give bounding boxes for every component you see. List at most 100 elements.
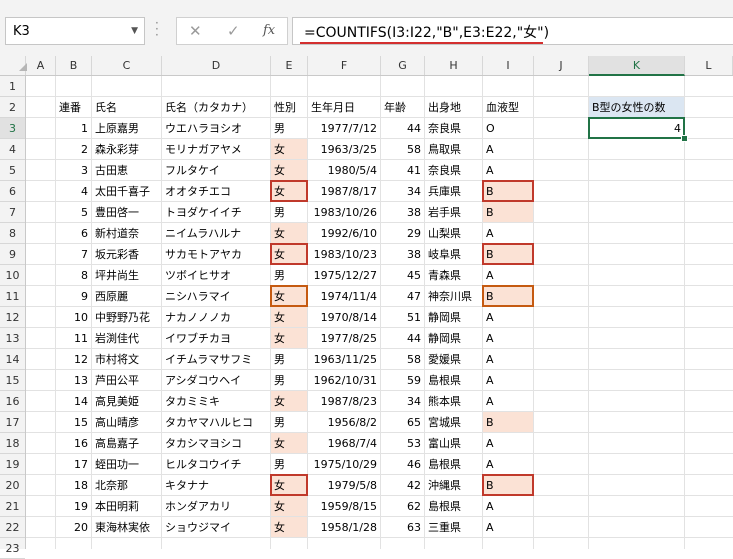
cell-sex[interactable]: 女: [271, 391, 307, 411]
column-header-g[interactable]: G: [381, 56, 425, 75]
cell-birth[interactable]: 1975/12/27: [308, 265, 380, 285]
cell-name[interactable]: 古田恵: [92, 160, 161, 180]
cell-birth[interactable]: 1979/5/8: [308, 475, 380, 495]
cell-sex[interactable]: 男: [271, 349, 307, 369]
cell-kana[interactable]: イチムラマサフミ: [162, 349, 270, 369]
cell-kana[interactable]: フルタケイ: [162, 160, 270, 180]
cell-no[interactable]: 5: [56, 202, 91, 222]
header-cell-kana[interactable]: 氏名（カタカナ）: [162, 97, 270, 117]
cell-pref[interactable]: 熊本県: [425, 391, 482, 411]
cell-no[interactable]: 16: [56, 433, 91, 453]
cell-sex[interactable]: 女: [271, 433, 307, 453]
row-header-16[interactable]: 16: [0, 391, 25, 412]
cell-sex[interactable]: 女: [271, 160, 307, 180]
cell-name[interactable]: 芦田公平: [92, 370, 161, 390]
cell-pref[interactable]: 三重県: [425, 517, 482, 537]
header-cell-age[interactable]: 年齢: [381, 97, 424, 117]
cell-name[interactable]: 上原嘉男: [92, 118, 161, 138]
column-header-i[interactable]: I: [483, 56, 534, 75]
row-header-14[interactable]: 14: [0, 349, 25, 370]
cell-birth[interactable]: 1963/3/25: [308, 139, 380, 159]
cell-kana[interactable]: ツボイヒサオ: [162, 265, 270, 285]
cell-sex[interactable]: 男: [271, 202, 307, 222]
cell-name[interactable]: 西原麗: [92, 286, 161, 306]
cell-pref[interactable]: 岐阜県: [425, 244, 482, 264]
cell-kana[interactable]: タカヤマハルヒコ: [162, 412, 270, 432]
cell-sex[interactable]: 男: [271, 454, 307, 474]
cell-birth[interactable]: 1962/10/31: [308, 370, 380, 390]
cell-name[interactable]: 坪井尚生: [92, 265, 161, 285]
cell-age[interactable]: 59: [381, 370, 424, 390]
column-header-a[interactable]: A: [26, 56, 56, 75]
cell-blood[interactable]: A: [483, 454, 533, 474]
cell-no[interactable]: 3: [56, 160, 91, 180]
cell-kana[interactable]: ホンダアカリ: [162, 496, 270, 516]
header-cell-name[interactable]: 氏名: [92, 97, 161, 117]
cell-no[interactable]: 17: [56, 454, 91, 474]
column-header-h[interactable]: H: [425, 56, 483, 75]
cell-name[interactable]: 高山晴彦: [92, 412, 161, 432]
insert-function-icon[interactable]: fx: [263, 23, 275, 38]
cell-no[interactable]: 19: [56, 496, 91, 516]
header-cell-no[interactable]: 連番: [56, 97, 91, 117]
cell-age[interactable]: 58: [381, 139, 424, 159]
cell-pref[interactable]: 神奈川県: [425, 286, 482, 306]
row-header-22[interactable]: 22: [0, 517, 25, 538]
column-header-e[interactable]: E: [271, 56, 308, 75]
cell-name[interactable]: 蛭田功一: [92, 454, 161, 474]
row-header-6[interactable]: 6: [0, 181, 25, 202]
row-header-10[interactable]: 10: [0, 265, 25, 286]
cell-birth[interactable]: 1975/10/29: [308, 454, 380, 474]
cell-birth[interactable]: 1977/8/25: [308, 328, 380, 348]
cell-kana[interactable]: イワブチカヨ: [162, 328, 270, 348]
cell-blood[interactable]: A: [483, 496, 533, 516]
cell-age[interactable]: 45: [381, 265, 424, 285]
column-header-f[interactable]: F: [308, 56, 381, 75]
cell-pref[interactable]: 愛媛県: [425, 349, 482, 369]
cell-birth[interactable]: 1987/8/23: [308, 391, 380, 411]
cell-no[interactable]: 4: [56, 181, 91, 201]
row-header-18[interactable]: 18: [0, 433, 25, 454]
cell-age[interactable]: 47: [381, 286, 424, 306]
name-box[interactable]: K3 ▼: [5, 17, 145, 45]
row-header-15[interactable]: 15: [0, 370, 25, 391]
row-header-3[interactable]: 3: [0, 118, 25, 139]
column-header-d[interactable]: D: [162, 56, 271, 75]
column-header-l[interactable]: L: [685, 56, 733, 75]
worksheet-grid[interactable]: 連番 氏名 氏名（カタカナ） 性別 生年月日 年齢 出身地 血液型 B型の女性の数 4 1 上原嘉男ウ…: [26, 76, 733, 549]
cell-age[interactable]: 42: [381, 475, 424, 495]
row-header-1[interactable]: 1: [0, 76, 25, 97]
column-header-b[interactable]: B: [56, 56, 92, 75]
cell-name[interactable]: 市村将文: [92, 349, 161, 369]
cell-name[interactable]: 中野野乃花: [92, 307, 161, 327]
cell-pref[interactable]: 島根県: [425, 370, 482, 390]
cell-blood[interactable]: A: [483, 391, 533, 411]
cell-pref[interactable]: 静岡県: [425, 307, 482, 327]
cell-pref[interactable]: 兵庫県: [425, 181, 482, 201]
cell-age[interactable]: 53: [381, 433, 424, 453]
cell-pref[interactable]: 鳥取県: [425, 139, 482, 159]
cancel-icon[interactable]: ✕: [189, 22, 202, 40]
cell-pref[interactable]: 宮城県: [425, 412, 482, 432]
cell-name[interactable]: 新村道奈: [92, 223, 161, 243]
formula-input[interactable]: =COUNTIFS(I3:I22,"B",E3:E22,"女"): [292, 17, 733, 45]
cell-birth[interactable]: 1958/1/28: [308, 517, 380, 537]
cell-sex[interactable]: 女: [271, 328, 307, 348]
cell-sex[interactable]: 女: [271, 307, 307, 327]
name-box-dropdown-icon[interactable]: ▼: [131, 26, 138, 36]
formula-bar-grip-icon[interactable]: · · ·: [155, 17, 160, 41]
cell-name[interactable]: 岩渕佳代: [92, 328, 161, 348]
cell-blood[interactable]: A: [483, 370, 533, 390]
row-header-12[interactable]: 12: [0, 307, 25, 328]
cell-birth[interactable]: 1968/7/4: [308, 433, 380, 453]
cell-kana[interactable]: ショウジマイ: [162, 517, 270, 537]
cell-blood[interactable]: A: [483, 307, 533, 327]
cell-age[interactable]: 58: [381, 349, 424, 369]
cell-pref[interactable]: 沖縄県: [425, 475, 482, 495]
column-header-j[interactable]: J: [534, 56, 589, 75]
cell-pref[interactable]: 奈良県: [425, 160, 482, 180]
cell-no[interactable]: 8: [56, 265, 91, 285]
cell-pref[interactable]: 島根県: [425, 496, 482, 516]
row-header-8[interactable]: 8: [0, 223, 25, 244]
cell-no[interactable]: 6: [56, 223, 91, 243]
